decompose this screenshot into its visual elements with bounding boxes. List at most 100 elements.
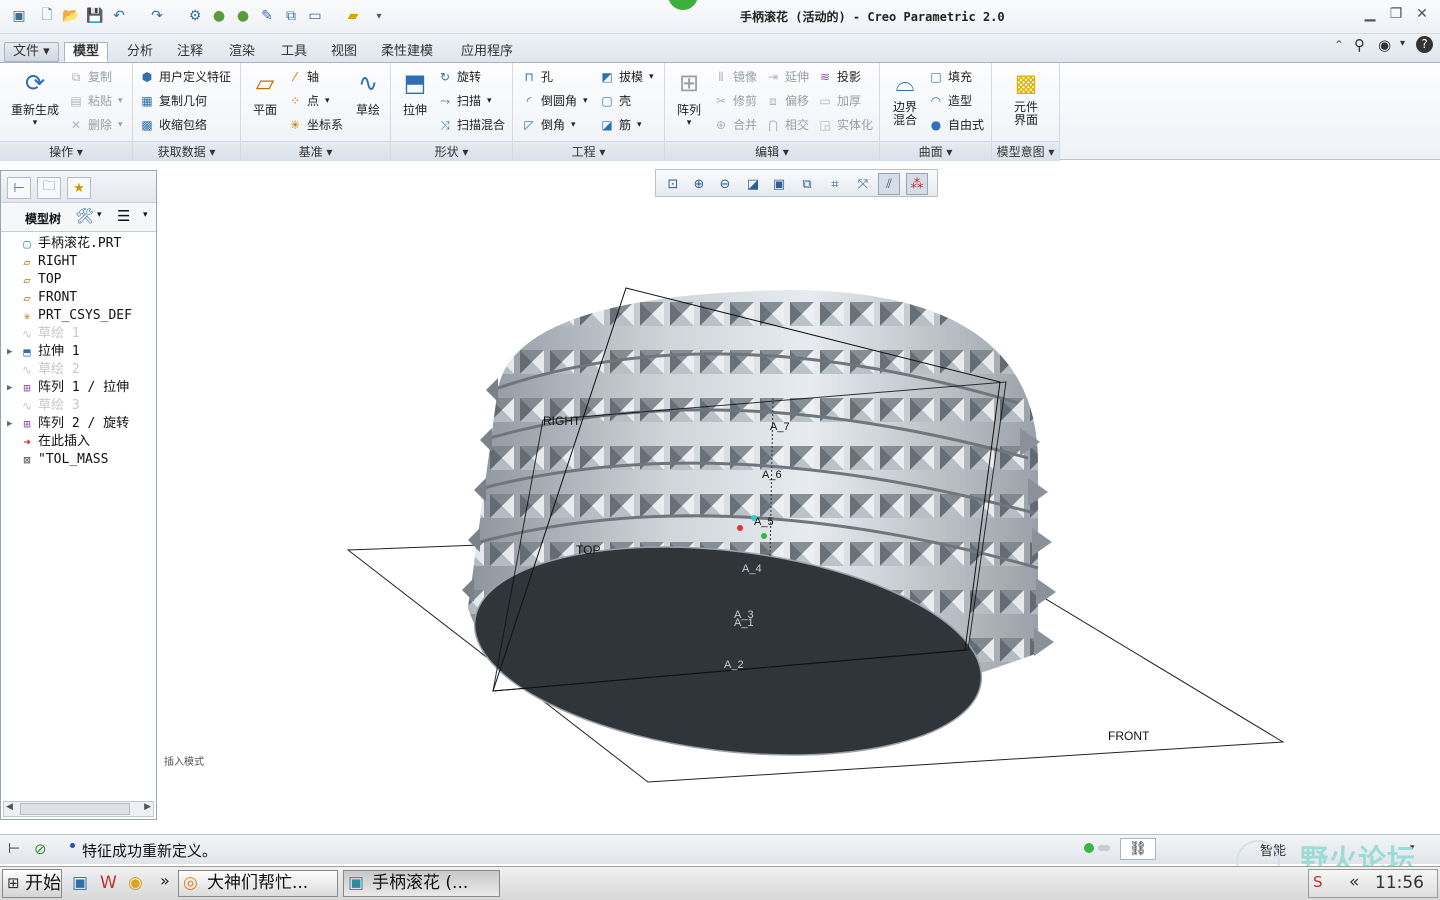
- input-method-icon[interactable]: S: [1313, 873, 1323, 891]
- scroll-right-icon[interactable]: ▶: [144, 802, 151, 812]
- revolve-button[interactable]: ↻ 旋转: [437, 67, 481, 87]
- chamfer-button[interactable]: ◸ 倒角 ▾: [521, 115, 575, 135]
- shell-button[interactable]: ▢ 壳: [599, 91, 631, 111]
- merge-button[interactable]: ⊕ 合并: [713, 115, 757, 135]
- folder-icon[interactable]: ▰: [344, 7, 362, 25]
- start-button[interactable]: ⊞ 开始: [2, 869, 62, 898]
- boundary-blend-button[interactable]: ⌓ 边界 混合: [884, 67, 926, 127]
- qq-icon[interactable]: ◉: [128, 873, 143, 893]
- axis-button[interactable]: ⁄ 轴: [287, 67, 319, 87]
- point-button[interactable]: ⁘ 点 ▾: [287, 91, 330, 111]
- save-icon[interactable]: 💾: [86, 7, 104, 25]
- group-get-data-label[interactable]: 获取数据 ▾: [133, 141, 240, 161]
- group-operations-label[interactable]: 操作 ▾: [0, 141, 132, 161]
- expand-arrow-icon[interactable]: ▶: [7, 343, 19, 361]
- collapse-ribbon-icon[interactable]: ⌃: [1334, 38, 1344, 52]
- view-manager-icon[interactable]: ⌗: [824, 173, 846, 195]
- folder-browser-tab-icon[interactable]: 🗀: [37, 177, 61, 199]
- tab-model[interactable]: 模型: [64, 42, 109, 62]
- hole-button[interactable]: ⊓ 孔: [521, 67, 553, 87]
- intersect-button[interactable]: ⋂ 相交: [765, 115, 809, 135]
- spin-center-icon[interactable]: ⁂: [906, 173, 928, 195]
- tree-item[interactable]: ▱ FRONT: [7, 289, 77, 307]
- dropdown-icon[interactable]: ▾: [97, 210, 102, 220]
- group-shapes-label[interactable]: 形状 ▾: [391, 141, 512, 161]
- paste-button[interactable]: ▤ 粘贴 ▾: [68, 91, 122, 111]
- sketch-button[interactable]: ∿ 草绘: [349, 67, 387, 118]
- tree-item[interactable]: ∿ 草绘 1: [7, 325, 80, 343]
- app-icon[interactable]: ▣: [10, 7, 28, 25]
- tab-file[interactable]: 文件 ▾: [4, 42, 59, 62]
- restore-icon[interactable]: ❐: [1386, 6, 1406, 26]
- tree-item[interactable]: ∿ 草绘 3: [7, 397, 80, 415]
- tree-item[interactable]: ∿ 草绘 2: [7, 361, 80, 379]
- taskbar-item-creo[interactable]: ▣ 手柄滚花 (...: [343, 870, 500, 897]
- copy-icon[interactable]: ⧉: [282, 7, 300, 25]
- tree-item[interactable]: ▱ RIGHT: [7, 253, 77, 271]
- tree-item[interactable]: ▶ ⊞ 阵列 1 / 拉伸: [7, 379, 129, 397]
- tab-annotate[interactable]: 注释: [168, 42, 212, 62]
- tree-item[interactable]: ➜ 在此插入: [7, 433, 90, 451]
- find-icon[interactable]: ⛓: [1120, 838, 1156, 860]
- tab-applications[interactable]: 应用程序: [452, 42, 522, 62]
- scroll-thumb[interactable]: [20, 803, 130, 815]
- sweep-button[interactable]: ⤳ 扫描 ▾: [437, 91, 491, 111]
- show-list-icon[interactable]: ☰: [117, 207, 130, 225]
- sphere-icon[interactable]: ●: [210, 7, 228, 25]
- taskbar-item-browser[interactable]: ◎ 大神们帮忙...: [178, 870, 338, 897]
- new-file-icon[interactable]: 🗋: [38, 7, 56, 25]
- mirror-button[interactable]: ⫴ 镜像: [713, 67, 757, 87]
- swept-blend-button[interactable]: ⤨ 扫描混合: [437, 115, 505, 135]
- project-button[interactable]: ≋ 投影: [817, 67, 861, 87]
- tree-item[interactable]: ⊠ "TOL_MASS: [7, 451, 108, 469]
- scroll-left-icon[interactable]: ◀: [6, 802, 13, 812]
- plane-button[interactable]: ▱ 平面: [245, 67, 285, 118]
- model-view[interactable]: RIGHT TOP FRONT A_7 A_6 A_5 A_4 A_3 A_1 …: [158, 198, 1440, 828]
- close-icon[interactable]: ✕: [1412, 6, 1432, 26]
- sphere-icon[interactable]: ●: [234, 7, 252, 25]
- zoom-in-icon[interactable]: ⊕: [688, 173, 710, 195]
- solidify-button[interactable]: ◲ 实体化: [817, 115, 873, 135]
- copy-geometry-button[interactable]: ▦ 复制几何: [139, 91, 207, 111]
- tree-item[interactable]: ▶ ⊞ 阵列 2 / 旋转: [7, 415, 129, 433]
- fill-button[interactable]: □ 填充: [928, 67, 972, 87]
- freestyle-button[interactable]: ● 自由式: [928, 115, 984, 135]
- pattern-button[interactable]: ⊞ 阵列 ▾: [671, 67, 707, 128]
- csys-button[interactable]: ✳ 坐标系: [287, 115, 343, 135]
- tree-item[interactable]: ✳ PRT_CSYS_DEF: [7, 307, 132, 325]
- style-button[interactable]: ◠ 造型: [928, 91, 972, 111]
- delete-button[interactable]: ✕ 删除 ▾: [68, 115, 123, 135]
- wps-icon[interactable]: W: [100, 873, 117, 893]
- model-tree-tab-icon[interactable]: ⊢: [7, 177, 31, 199]
- draft-button[interactable]: ◩ 拔模 ▾: [599, 67, 653, 87]
- redo-icon[interactable]: ↷: [148, 7, 166, 25]
- dropdown-icon[interactable]: ▾: [1400, 38, 1405, 49]
- browser-toggle-icon[interactable]: ⊘: [34, 840, 47, 858]
- regenerate-icon[interactable]: ⚙: [186, 7, 204, 25]
- trim-button[interactable]: ✂ 修剪: [713, 91, 757, 111]
- zoom-out-icon[interactable]: ⊖: [714, 173, 736, 195]
- more-quicklaunch-icon[interactable]: »: [160, 871, 170, 890]
- group-editing-label[interactable]: 编辑 ▾: [665, 141, 879, 161]
- tab-view[interactable]: 视图: [322, 42, 366, 62]
- perspective-icon[interactable]: ⤧: [852, 173, 874, 195]
- tab-tools[interactable]: 工具: [272, 42, 316, 62]
- group-engineering-label[interactable]: 工程 ▾: [513, 141, 664, 161]
- offset-button[interactable]: ⧈ 偏移: [765, 91, 809, 111]
- tab-analysis[interactable]: 分析: [118, 42, 162, 62]
- repaint-icon[interactable]: ◪: [742, 173, 764, 195]
- minimize-icon[interactable]: ▁: [1360, 6, 1380, 26]
- saved-orientations-icon[interactable]: ⧉: [796, 173, 818, 195]
- show-desktop-icon[interactable]: ▣: [72, 873, 88, 893]
- dropdown-icon[interactable]: ▾: [143, 210, 148, 220]
- tray-expand-icon[interactable]: «: [1349, 872, 1359, 892]
- tree-settings-icon[interactable]: 🛠: [75, 207, 94, 225]
- favorites-tab-icon[interactable]: ★: [67, 177, 91, 199]
- regenerate-button[interactable]: ⟳ 重新生成 ▾: [8, 67, 62, 128]
- window-icon[interactable]: ▭: [306, 7, 324, 25]
- graphics-window[interactable]: RIGHT TOP FRONT A_7 A_6 A_5 A_4 A_3 A_1 …: [158, 198, 1440, 828]
- copy-button[interactable]: ⧉ 复制: [68, 67, 112, 87]
- tree-item[interactable]: ▱ TOP: [7, 271, 61, 289]
- navigator-toggle-icon[interactable]: ⊢: [8, 841, 20, 857]
- component-interface-button[interactable]: ▩ 元件 界面: [1004, 67, 1048, 127]
